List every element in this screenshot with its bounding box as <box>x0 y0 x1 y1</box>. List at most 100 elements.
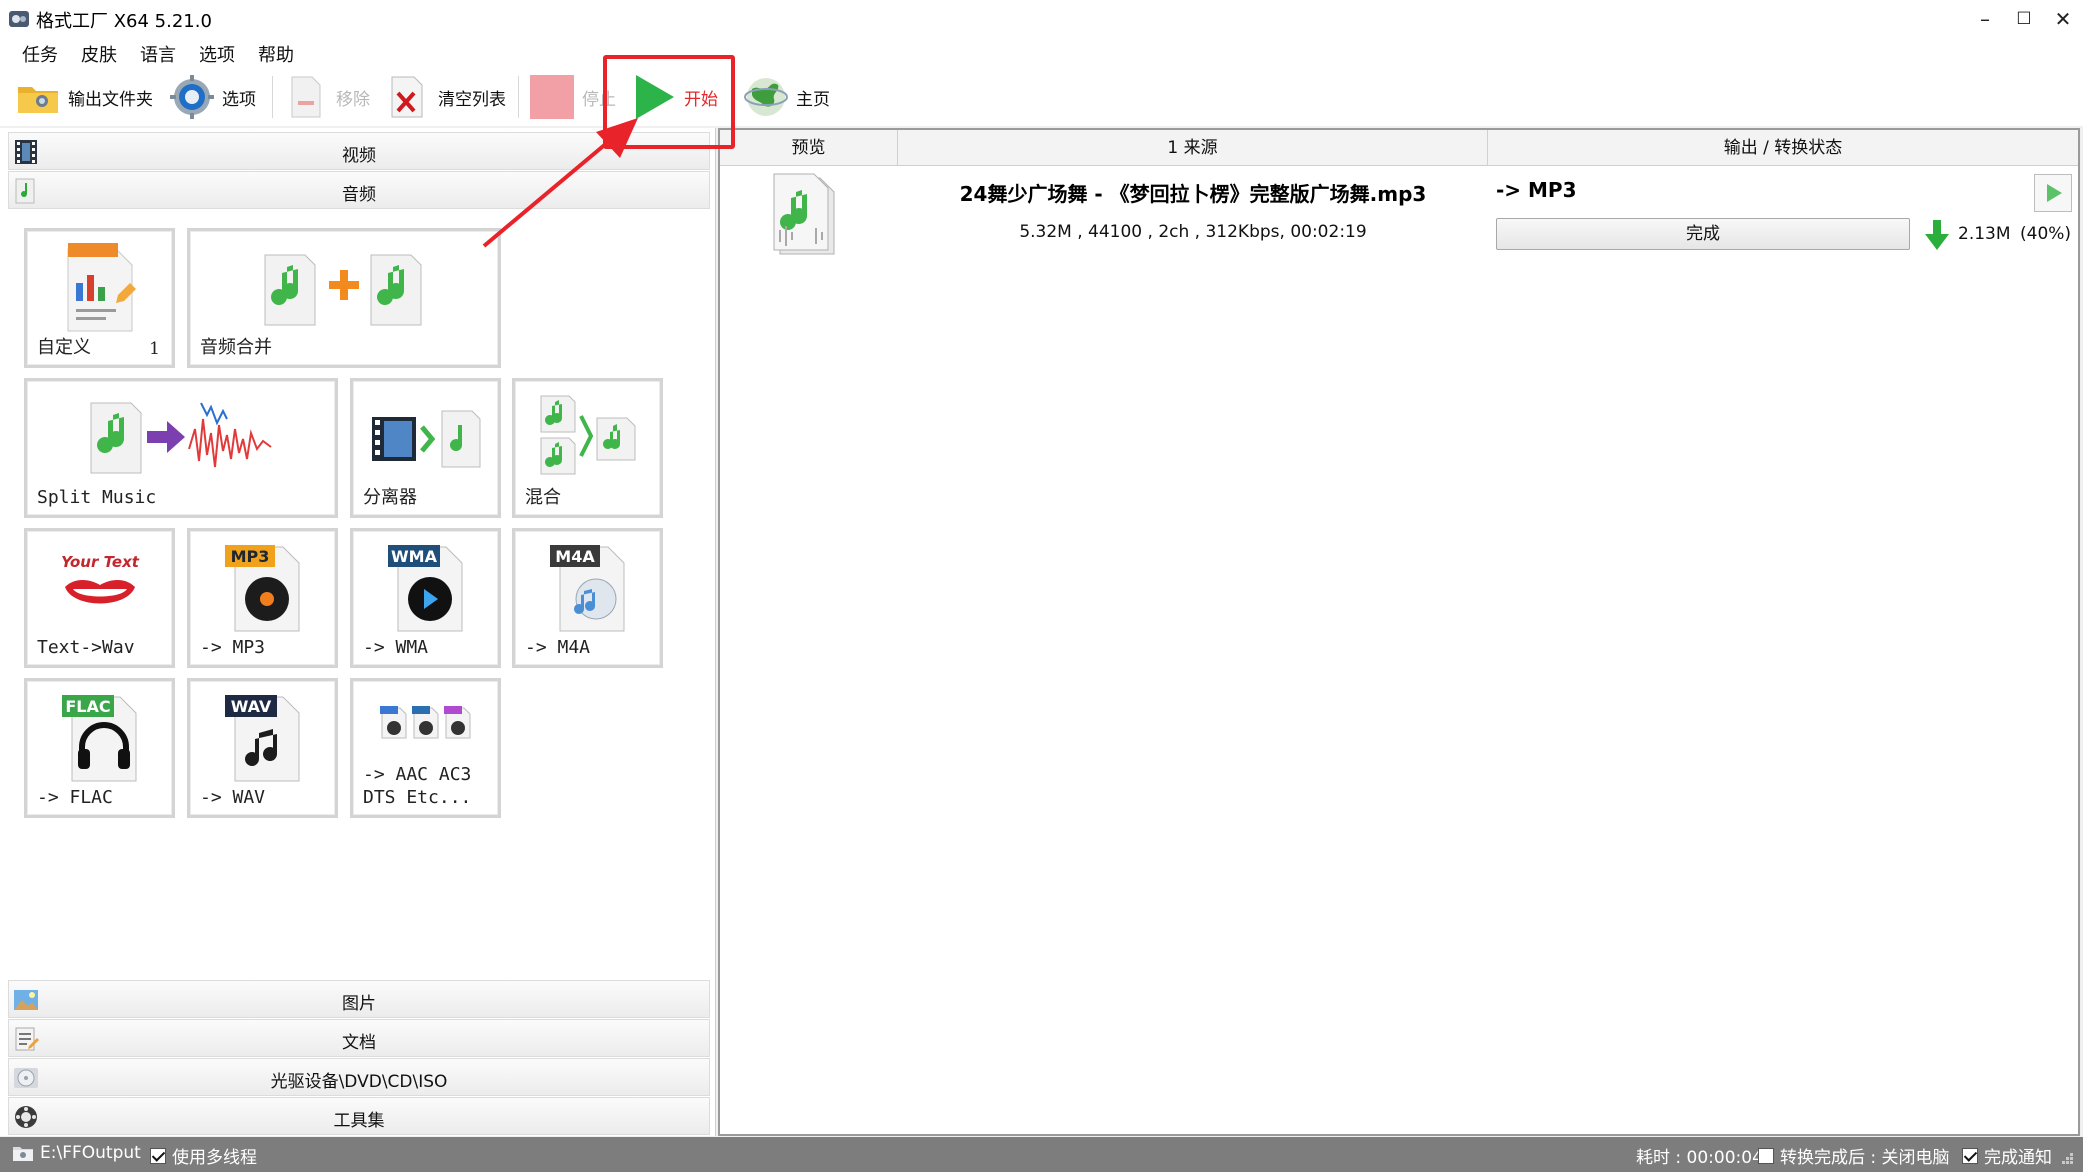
task-file-name: 24舞少广场舞 - 《梦回拉卜楞》完整版广场舞.mp3 <box>959 182 1427 206</box>
download-arrow-icon <box>1924 218 1950 257</box>
remove-label: 移除 <box>336 89 370 110</box>
tile-to-wav[interactable]: WAV -> WAV <box>187 678 338 818</box>
column-source[interactable]: 1 来源 <box>898 130 1488 166</box>
tile-mix[interactable]: 混合 <box>512 378 663 518</box>
flac-badge: FLAC <box>65 697 110 716</box>
tile-splitter[interactable]: 分离器 <box>350 378 501 518</box>
category-picture-label: 图片 <box>342 994 376 1014</box>
category-document[interactable]: 文档 <box>8 1019 710 1057</box>
after-done-checkbox[interactable] <box>1758 1147 1774 1164</box>
task-list-header: 预览 1 来源 输出 / 转换状态 <box>720 130 2078 166</box>
category-panel: 视频 音频 自定义 1 音频合并 Split Music 分离器 混合 Your… <box>0 128 716 1136</box>
tile-text-to-wav[interactable]: Your Text Text->Wav <box>24 528 175 668</box>
tile-to-mp3-label: -> MP3 <box>200 637 266 658</box>
your-text-badge: Your Text <box>61 553 140 571</box>
home-button[interactable]: 主页 <box>744 74 830 120</box>
output-size: 2.13M <box>1958 224 2011 244</box>
clear-list-label: 清空列表 <box>438 89 506 110</box>
after-done-label: 转换完成后 : 关闭电脑 <box>1780 1148 1950 1168</box>
category-rom-device-label: 光驱设备\DVD\CD\ISO <box>270 1072 448 1092</box>
menu-task[interactable]: 任务 <box>22 41 58 67</box>
tile-to-wma[interactable]: WMA -> WMA <box>350 528 501 668</box>
globe-icon <box>744 75 788 119</box>
splitter-icon <box>353 389 498 485</box>
tile-to-flac-label: -> FLAC <box>37 787 113 808</box>
custom-report-icon <box>27 239 172 335</box>
tile-to-wma-label: -> WMA <box>363 637 429 658</box>
menu-skin[interactable]: 皮肤 <box>81 41 117 67</box>
category-picture[interactable]: 图片 <box>8 980 710 1018</box>
app-logo-icon <box>8 8 30 30</box>
options-label: 选项 <box>222 89 256 110</box>
wma-file-icon: WMA <box>353 539 498 635</box>
tile-to-m4a-label: -> M4A <box>525 637 591 658</box>
tile-to-mp3[interactable]: MP3 -> MP3 <box>187 528 338 668</box>
after-done-toggle[interactable]: 转换完成后 : 关闭电脑 <box>1758 1143 1950 1168</box>
mp3-badge: MP3 <box>230 547 269 566</box>
tile-to-wav-label: -> WAV <box>200 787 266 808</box>
notify-checkbox[interactable] <box>1962 1147 1978 1164</box>
toolbar-separator <box>272 76 273 118</box>
tile-to-flac[interactable]: FLAC -> FLAC <box>24 678 175 818</box>
tile-audio-merge[interactable]: 音频合并 <box>187 228 501 368</box>
task-list-panel: 预览 1 来源 输出 / 转换状态 24舞少广场舞 - 《梦回拉卜楞》完整版广场… <box>718 128 2080 1136</box>
tile-custom-count: 1 <box>149 339 160 359</box>
notify-label: 完成通知 <box>1984 1148 2052 1168</box>
output-path-text: E:\FFOutput <box>40 1143 141 1163</box>
audio-file-thumbnail-icon <box>770 170 846 263</box>
remove-file-icon <box>284 75 328 119</box>
output-path[interactable]: E:\FFOutput <box>12 1143 141 1163</box>
category-rom-device[interactable]: 光驱设备\DVD\CD\ISO <box>8 1058 710 1096</box>
notify-toggle[interactable]: 完成通知 <box>1962 1143 2052 1168</box>
options-button[interactable]: 选项 <box>170 74 256 120</box>
title-bar: 格式工厂 X64 5.21.0 – ☐ ✕ <box>0 0 2083 38</box>
compression-ratio: (40%) <box>2020 224 2072 244</box>
tile-split-music[interactable]: Split Music <box>24 378 338 518</box>
multi-format-icon <box>353 697 498 747</box>
tile-to-aac-ac3[interactable]: -> AAC AC3 DTS Etc... <box>350 678 501 818</box>
lips-icon: Your Text <box>27 539 172 635</box>
tile-audio-merge-label: 音频合并 <box>200 337 272 358</box>
tile-custom[interactable]: 自定义 1 <box>24 228 175 368</box>
tile-to-m4a[interactable]: M4A -> M4A <box>512 528 663 668</box>
tile-text-to-wav-label: Text->Wav <box>37 637 135 658</box>
menu-options[interactable]: 选项 <box>199 41 235 67</box>
output-folder-button[interactable]: 输出文件夹 <box>16 74 153 120</box>
m4a-badge: M4A <box>555 547 595 566</box>
toolbar: 输出文件夹 选项 移除 清空列表 停止 开始 主页 <box>0 68 2083 126</box>
window-title: 格式工厂 X64 5.21.0 <box>36 11 212 32</box>
play-icon <box>2047 184 2062 202</box>
status-bar: E:\FFOutput 使用多线程 耗时 : 00:00:04 转换完成后 : … <box>0 1137 2083 1172</box>
play-output-button[interactable] <box>2034 174 2072 212</box>
multithread-checkbox[interactable] <box>150 1147 166 1164</box>
column-preview[interactable]: 预览 <box>720 130 898 166</box>
menu-language[interactable]: 语言 <box>140 41 176 67</box>
annotation-arrow-icon <box>482 118 638 248</box>
output-folder-label: 输出文件夹 <box>68 89 153 110</box>
tile-to-aac-ac3-label: -> AAC AC3 DTS Etc... <box>363 764 472 808</box>
folder-icon <box>13 1147 33 1161</box>
clear-list-icon <box>386 75 430 119</box>
flac-file-icon: FLAC <box>27 689 172 785</box>
tile-mix-label: 混合 <box>525 487 561 508</box>
wav-file-icon: WAV <box>190 689 335 785</box>
column-output-status[interactable]: 输出 / 转换状态 <box>1488 130 2078 166</box>
close-button[interactable]: ✕ <box>2040 4 2083 34</box>
remove-button[interactable]: 移除 <box>284 74 370 120</box>
tile-split-music-label: Split Music <box>37 487 157 508</box>
task-row[interactable]: 24舞少广场舞 - 《梦回拉卜楞》完整版广场舞.mp3 5.32M , 4410… <box>720 168 2078 264</box>
category-tools[interactable]: 工具集 <box>8 1097 710 1135</box>
conversion-status-bar: 完成 <box>1496 218 1910 250</box>
mp3-file-icon: MP3 <box>190 539 335 635</box>
multithread-label: 使用多线程 <box>172 1148 257 1168</box>
menu-bar: 任务 皮肤 语言 选项 帮助 <box>0 38 2083 68</box>
mix-icon <box>515 389 660 485</box>
folder-icon <box>16 75 60 119</box>
multithread-toggle[interactable]: 使用多线程 <box>150 1143 257 1168</box>
category-tools-label: 工具集 <box>333 1111 385 1131</box>
audio-merge-icon <box>190 239 498 335</box>
menu-help[interactable]: 帮助 <box>258 41 294 67</box>
wma-badge: WMA <box>391 547 438 566</box>
resize-grip-icon[interactable] <box>2058 1149 2074 1170</box>
task-file-meta: 5.32M , 44100 , 2ch , 312Kbps, 00:02:19 <box>1019 222 1367 242</box>
